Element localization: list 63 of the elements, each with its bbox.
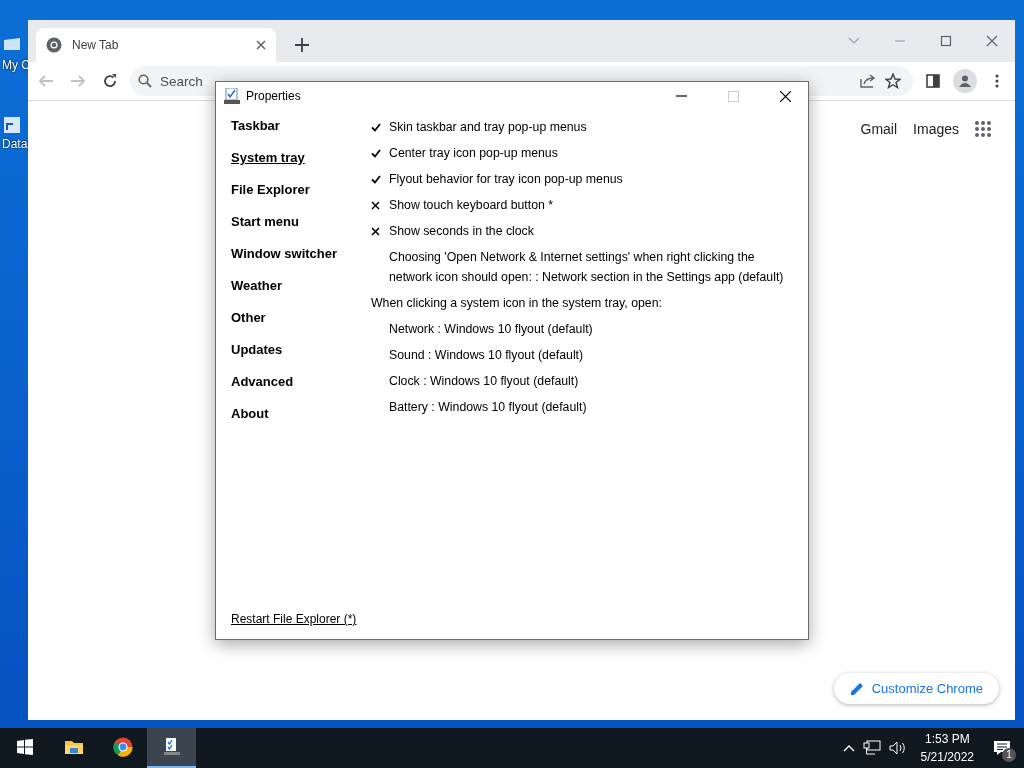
option-label[interactable]: Flyout behavior for tray icon pop-up menus xyxy=(389,169,808,195)
clock-date: 5/21/2022 xyxy=(920,749,974,766)
checklist-icon[interactable] xyxy=(161,737,182,757)
sidebar-item[interactable]: Taskbar xyxy=(231,116,371,148)
option-label[interactable]: Network : Windows 10 flyout (default) xyxy=(389,319,784,345)
option-label[interactable]: Skin taskbar and tray pop-up menus xyxy=(389,117,808,143)
windows-logo-icon[interactable] xyxy=(16,739,33,755)
apps-grid-icon[interactable] xyxy=(975,121,991,137)
network-icon[interactable] xyxy=(862,740,881,756)
side-panel-icon[interactable] xyxy=(926,74,940,88)
header-link[interactable]: Images xyxy=(913,121,959,137)
option-label[interactable]: Battery : Windows 10 flyout (default) xyxy=(389,397,784,423)
browser-tab[interactable]: New Tab xyxy=(36,28,276,62)
clock-time: 1:53 PM xyxy=(924,731,970,748)
maximize-icon[interactable] xyxy=(940,35,952,47)
person-icon xyxy=(959,75,971,87)
close-icon[interactable] xyxy=(779,90,791,102)
star-icon[interactable] xyxy=(885,73,901,89)
sidebar-item[interactable]: Window switcher xyxy=(231,244,371,276)
option-label[interactable]: Choosing 'Open Network & Internet settings' when right clicking the network icon should open: : Network section in the Settings app (default) xyxy=(389,247,784,293)
shortcut-icon[interactable] xyxy=(2,115,22,135)
option-label[interactable]: Show touch keyboard button * xyxy=(389,195,808,221)
address-placeholder: Search xyxy=(160,73,203,89)
checkmark-icon[interactable] xyxy=(371,148,381,158)
option-label[interactable]: Center tray icon pop-up menus xyxy=(389,143,808,169)
clock[interactable]: 1:53 PM 5/21/2022 xyxy=(914,730,980,766)
customize-button[interactable]: Customize Chrome xyxy=(833,673,999,704)
speaker-icon[interactable] xyxy=(888,740,907,756)
sidebar-item[interactable]: Advanced xyxy=(231,372,371,404)
cross-icon[interactable] xyxy=(371,226,380,236)
sidebar-item[interactable]: Weather xyxy=(231,276,371,308)
sidebar-item[interactable]: File Explorer xyxy=(231,180,371,212)
browser-logo-icon[interactable] xyxy=(112,737,133,757)
checkmark-icon[interactable] xyxy=(371,174,381,184)
sidebar-item[interactable]: System tray xyxy=(231,148,371,180)
sidebar-item[interactable]: About xyxy=(231,404,371,436)
notification-count: 1 xyxy=(1002,748,1016,762)
sidebar-item[interactable]: Other xyxy=(231,308,371,340)
pencil-icon xyxy=(849,681,864,696)
app-icon xyxy=(224,88,240,104)
menu-icon[interactable] xyxy=(995,74,999,88)
close-icon[interactable] xyxy=(256,40,266,50)
restart-link[interactable]: Restart File Explorer (*) xyxy=(231,612,357,626)
option-label[interactable]: Clock : Windows 10 flyout (default) xyxy=(389,371,784,397)
checkmark-icon[interactable] xyxy=(371,122,381,132)
header-link[interactable]: Gmail xyxy=(860,121,898,137)
tab-title: New Tab xyxy=(72,38,120,52)
sidebar-item[interactable]: Start menu xyxy=(231,212,371,244)
profile-avatar[interactable] xyxy=(953,69,977,93)
chevron-up-icon[interactable] xyxy=(842,744,855,752)
section-label: When clicking a system icon in the system tray, open: xyxy=(371,295,663,312)
notification-button[interactable]: 1 xyxy=(988,734,1016,762)
search-icon xyxy=(138,74,152,88)
sidebar-item[interactable]: Updates xyxy=(231,340,371,372)
icon-label: Data xyxy=(2,137,28,151)
option-label[interactable]: Sound : Windows 10 flyout (default) xyxy=(389,345,784,371)
reload-icon[interactable] xyxy=(102,73,118,89)
share-icon[interactable] xyxy=(859,73,877,89)
plus-icon[interactable] xyxy=(295,38,309,52)
dialog-title: Properties xyxy=(246,89,302,103)
browser-logo-icon xyxy=(46,37,62,53)
cross-icon[interactable] xyxy=(371,200,380,210)
option-label[interactable]: Show seconds in the clock xyxy=(389,221,808,247)
